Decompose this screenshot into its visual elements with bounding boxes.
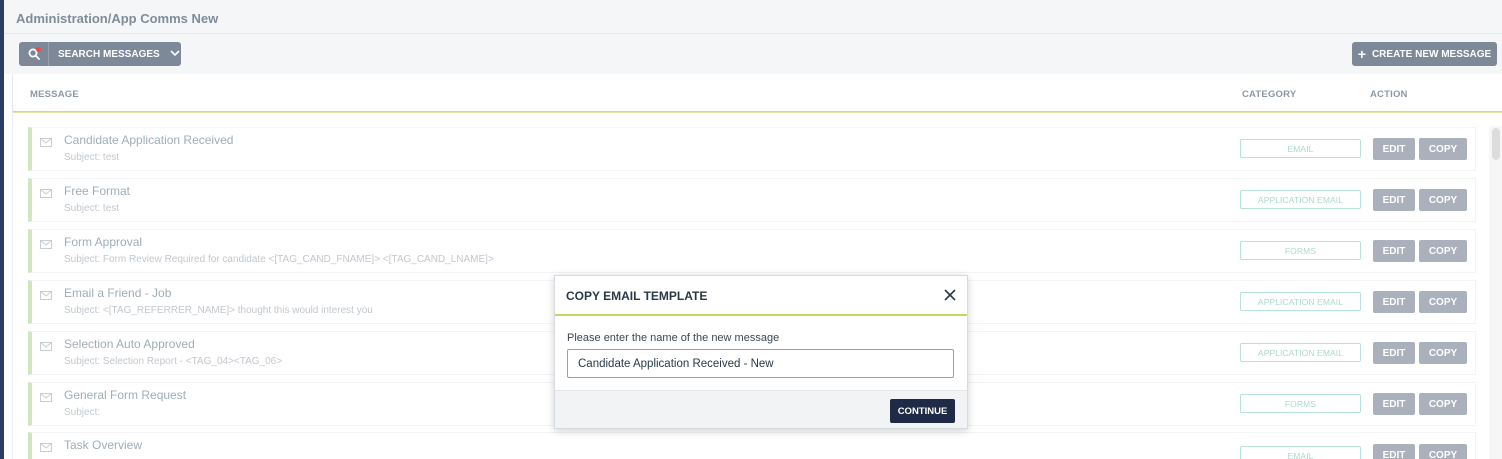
copy-email-template-dialog: COPY EMAIL TEMPLATE Please enter the nam… bbox=[554, 275, 968, 429]
dialog-header: COPY EMAIL TEMPLATE bbox=[555, 276, 967, 316]
create-new-message-label: CREATE NEW MESSAGE bbox=[1371, 48, 1492, 60]
column-header-message: MESSAGE bbox=[30, 89, 79, 100]
continue-button[interactable]: CONTINUE bbox=[890, 399, 955, 423]
table-header: MESSAGE CATEGORY ACTION bbox=[13, 74, 1502, 113]
chevron-down-icon bbox=[170, 49, 180, 60]
page-header: Administration/App Comms New bbox=[4, 0, 1502, 34]
search-messages-label: SEARCH MESSAGES bbox=[58, 48, 160, 60]
notification-dot bbox=[36, 47, 41, 52]
page-title: Administration/App Comms New bbox=[16, 11, 219, 26]
new-message-name-label: Please enter the name of the new message bbox=[567, 332, 780, 344]
close-icon[interactable] bbox=[943, 288, 957, 302]
column-header-category: CATEGORY bbox=[1242, 89, 1297, 100]
toolbar: SEARCH MESSAGES + CREATE NEW MESSAGE bbox=[4, 34, 1502, 74]
dialog-title: COPY EMAIL TEMPLATE bbox=[566, 289, 708, 303]
create-new-message-button[interactable]: + CREATE NEW MESSAGE bbox=[1352, 42, 1497, 66]
search-messages-button[interactable]: SEARCH MESSAGES bbox=[19, 42, 181, 66]
plus-icon: + bbox=[1357, 46, 1366, 62]
new-message-name-input[interactable] bbox=[567, 349, 954, 378]
column-header-action: ACTION bbox=[1370, 89, 1408, 100]
dialog-footer: CONTINUE bbox=[555, 390, 967, 428]
search-icon bbox=[19, 42, 49, 66]
